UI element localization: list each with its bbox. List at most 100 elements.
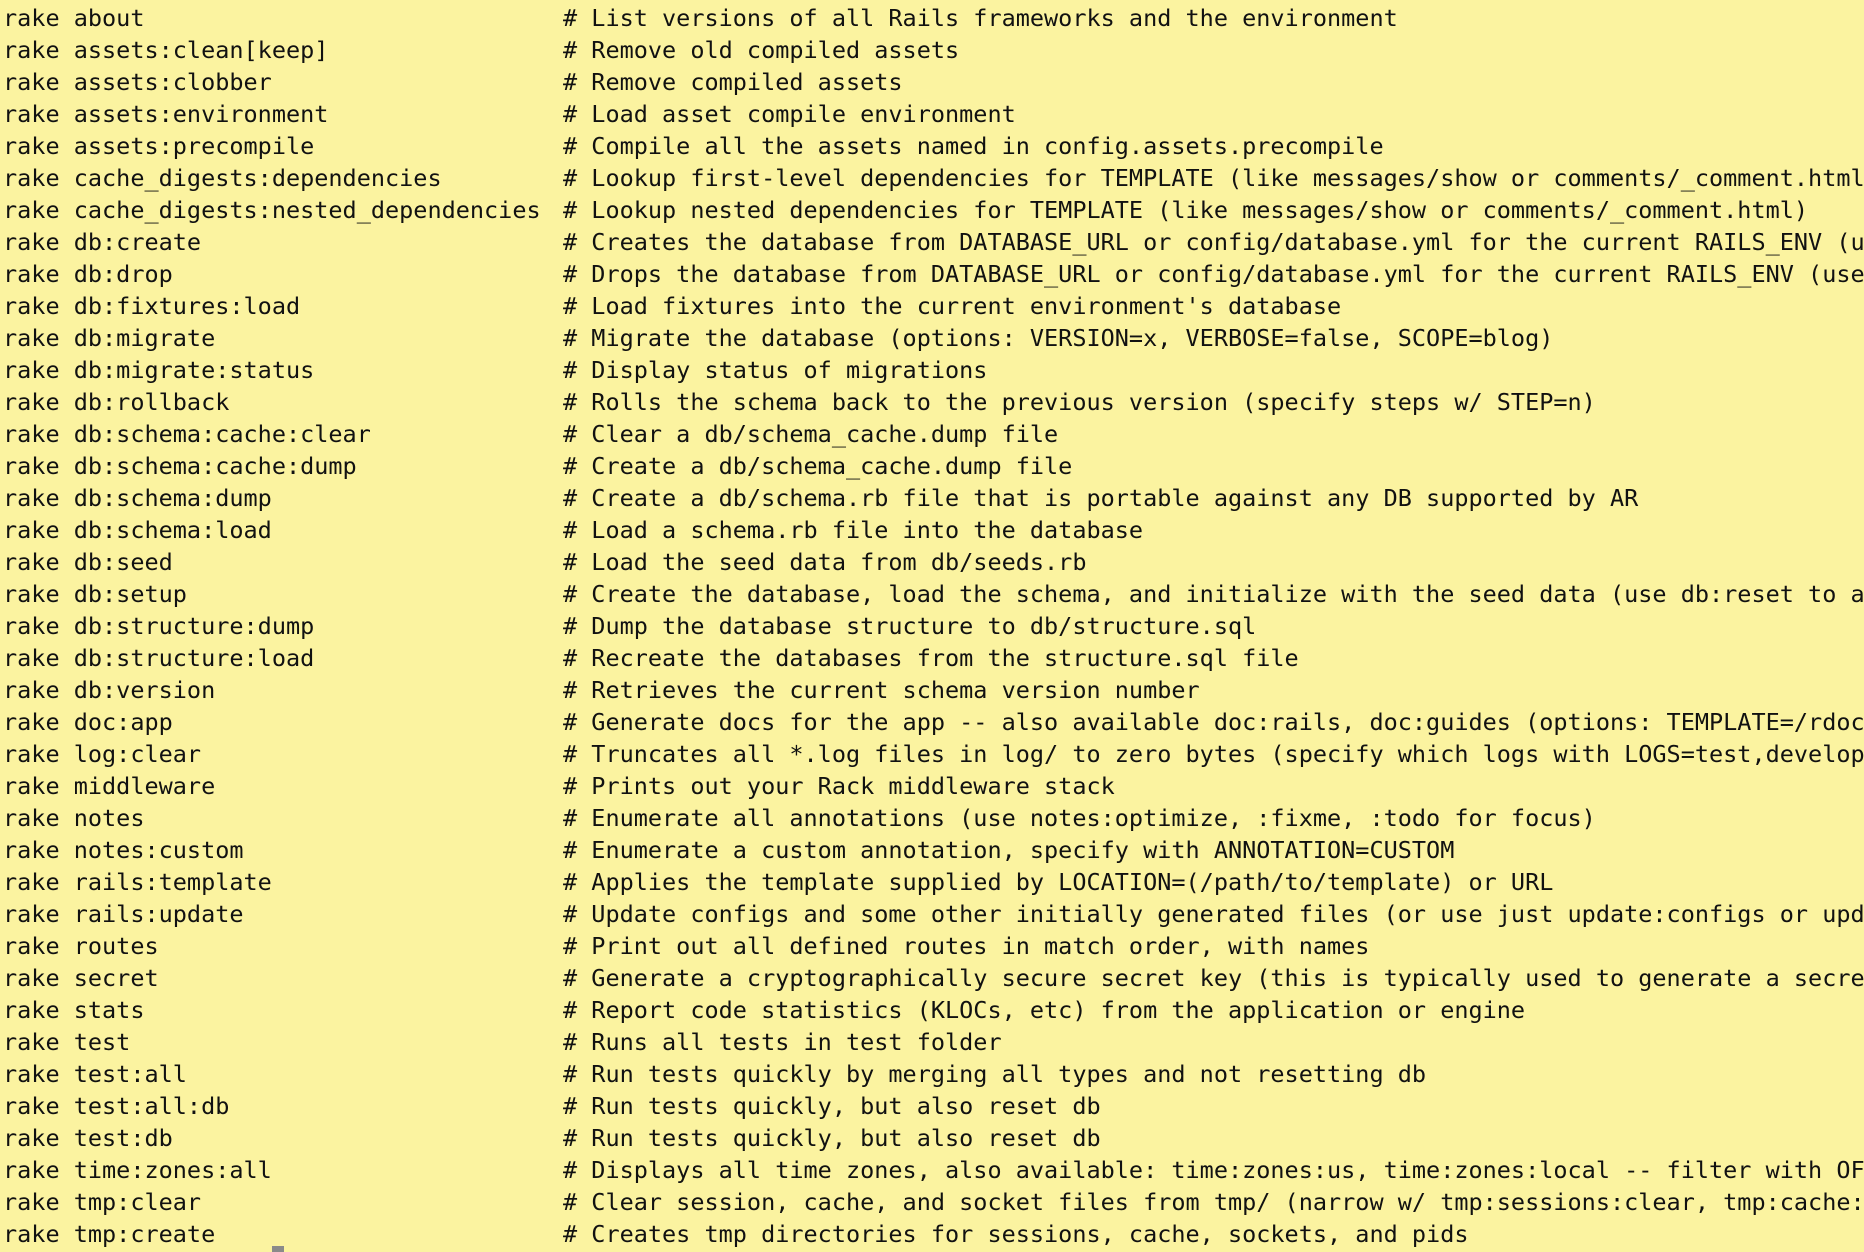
terminal-line: rake notes:custom # Enumerate a custom an… — [3, 834, 1864, 866]
terminal-line: rake db:schema:cache:dump # Create a db/s… — [3, 450, 1864, 482]
command-description: # Load fixtures into the current environ… — [563, 292, 1342, 320]
terminal-line: rake about # List versions of all Rails f… — [3, 2, 1864, 34]
terminal-line: rake rails:template # Applies the templat… — [3, 866, 1864, 898]
terminal-line: rake test:all # Run tests quickly by merg… — [3, 1058, 1864, 1090]
terminal-line: rake test:all:db # Run tests quickly, but… — [3, 1090, 1864, 1122]
terminal-line: rake test # Runs all tests in test folder — [3, 1026, 1864, 1058]
rake-command: rake test — [3, 1028, 131, 1056]
command-description: # Run tests quickly, but also reset db — [563, 1092, 1101, 1120]
terminal-window[interactable]: rake about # List versions of all Rails f… — [0, 0, 1864, 1252]
command-description: # Retrieves the current schema version n… — [563, 676, 1200, 704]
command-description: # Run tests quickly, but also reset db — [563, 1124, 1101, 1152]
terminal-line: rake tmp:create # Creates tmp directories… — [3, 1218, 1864, 1250]
terminal-line: rake db:migrate # Migrate the database (o… — [3, 322, 1864, 354]
command-description: # Report code statistics (KLOCs, etc) fr… — [563, 996, 1526, 1024]
rake-command: rake db:seed — [3, 548, 173, 576]
rake-command: rake db:schema:load — [3, 516, 272, 544]
rake-command: rake assets:clobber — [3, 68, 272, 96]
rake-command: rake db:setup — [3, 580, 187, 608]
command-description: # Migrate the database (options: VERSION… — [563, 324, 1554, 352]
command-description: # List versions of all Rails frameworks … — [563, 4, 1398, 32]
rake-command: rake doc:app — [3, 708, 173, 736]
command-description: # Clear a db/schema_cache.dump file — [563, 420, 1059, 448]
rake-command: rake db:migrate — [3, 324, 216, 352]
terminal-line: rake middleware # Prints out your Rack mi… — [3, 770, 1864, 802]
terminal-line: rake db:setup # Create the database, load… — [3, 578, 1864, 610]
rake-command: rake test:db — [3, 1124, 173, 1152]
command-description: # Enumerate a custom annotation, specify… — [563, 836, 1455, 864]
terminal-line: rake db:rollback # Rolls the schema back … — [3, 386, 1864, 418]
rake-command: rake db:schema:cache:dump — [3, 452, 357, 480]
terminal-line: rake db:schema:load # Load a schema.rb fi… — [3, 514, 1864, 546]
rake-command: rake middleware — [3, 772, 216, 800]
rake-command: rake db:schema:cache:clear — [3, 420, 371, 448]
terminal-line: rake routes # Print out all defined route… — [3, 930, 1864, 962]
command-description: # Recreate the databases from the struct… — [563, 644, 1299, 672]
terminal-line: rake db:structure:load # Recreate the dat… — [3, 642, 1864, 674]
rake-command: rake db:migrate:status — [3, 356, 315, 384]
command-description: # Clear session, cache, and socket files… — [563, 1188, 1864, 1216]
command-description: # Dump the database structure to db/stru… — [563, 612, 1257, 640]
command-description: # Print out all defined routes in match … — [563, 932, 1370, 960]
rake-command: rake db:structure:dump — [3, 612, 315, 640]
command-description: # Lookup first-level dependencies for TE… — [563, 164, 1864, 192]
terminal-line: rake assets:environment # Load asset comp… — [3, 98, 1864, 130]
command-description: # Truncates all *.log files in log/ to z… — [563, 740, 1864, 768]
terminal-line: rake log:clear # Truncates all *.log file… — [3, 738, 1864, 770]
rake-command: rake db:drop — [3, 260, 173, 288]
terminal-line: rake db:schema:cache:clear # Clear a db/s… — [3, 418, 1864, 450]
rake-command: rake assets:precompile — [3, 132, 315, 160]
rake-command: rake db:rollback — [3, 388, 230, 416]
rake-command: rake assets:clean[keep] — [3, 36, 329, 64]
terminal-line: rake tmp:clear # Clear session, cache, an… — [3, 1186, 1864, 1218]
command-description: # Run tests quickly by merging all types… — [563, 1060, 1427, 1088]
rake-command: rake db:create — [3, 228, 202, 256]
terminal-line: rake cache_digests:nested_dependencies # … — [3, 194, 1864, 226]
rake-command: rake routes — [3, 932, 159, 960]
rake-command: rake assets:environment — [3, 100, 329, 128]
rake-command: rake time:zones:all — [3, 1156, 272, 1184]
terminal-line: rake db:create # Creates the database fro… — [3, 226, 1864, 258]
rake-command: rake test:all:db — [3, 1092, 230, 1120]
command-description: # Lookup nested dependencies for TEMPLAT… — [563, 196, 1809, 224]
command-description: # Load asset compile environment — [563, 100, 1016, 128]
terminal-line: rake test:db # Run tests quickly, but als… — [3, 1122, 1864, 1154]
command-description: # Create a db/schema_cache.dump file — [563, 452, 1073, 480]
command-description: # Load a schema.rb file into the databas… — [563, 516, 1144, 544]
rake-command: rake db:schema:dump — [3, 484, 272, 512]
command-description: # Create the database, load the schema, … — [563, 580, 1864, 608]
command-description: # Applies the template supplied by LOCAT… — [563, 868, 1554, 896]
command-description: # Enumerate all annotations (use notes:o… — [563, 804, 1596, 832]
terminal-line: rake db:fixtures:load # Load fixtures int… — [3, 290, 1864, 322]
terminal-line: rake db:migrate:status # Display status o… — [3, 354, 1864, 386]
command-description: # Load the seed data from db/seeds.rb — [563, 548, 1087, 576]
command-description: # Creates the database from DATABASE_URL… — [563, 228, 1864, 256]
rake-command: rake log:clear — [3, 740, 202, 768]
command-description: # Display status of migrations — [563, 356, 988, 384]
rake-command: rake tmp:clear — [3, 1188, 202, 1216]
rake-command: rake db:version — [3, 676, 216, 704]
command-description: # Generate docs for the app -- also avai… — [563, 708, 1864, 736]
terminal-line: rake db:seed # Load the seed data from db… — [3, 546, 1864, 578]
command-description: # Runs all tests in test folder — [563, 1028, 1002, 1056]
terminal-line: rake cache_digests:dependencies # Lookup … — [3, 162, 1864, 194]
terminal-line: rake db:schema:dump # Create a db/schema.… — [3, 482, 1864, 514]
rake-command: rake db:fixtures:load — [3, 292, 301, 320]
rake-command: rake cache_digests:nested_dependencies — [3, 196, 541, 224]
terminal-line: rake time:zones:all # Displays all time z… — [3, 1154, 1864, 1186]
terminal-line: rake doc:app # Generate docs for the app … — [3, 706, 1864, 738]
rake-command: rake test:all — [3, 1060, 187, 1088]
rake-command: rake db:structure:load — [3, 644, 315, 672]
rake-command: rake secret — [3, 964, 159, 992]
terminal-line: rake db:version # Retrieves the current s… — [3, 674, 1864, 706]
command-description: # Displays all time zones, also availabl… — [563, 1156, 1864, 1184]
terminal-line: rake secret # Generate a cryptographicall… — [3, 962, 1864, 994]
command-description: # Generate a cryptographically secure se… — [563, 964, 1864, 992]
command-description: # Remove old compiled assets — [563, 36, 960, 64]
command-description: # Update configs and some other initiall… — [563, 900, 1864, 928]
rake-command: rake stats — [3, 996, 145, 1024]
rake-command: rake cache_digests:dependencies — [3, 164, 442, 192]
terminal-line: rake db:structure:dump # Dump the databas… — [3, 610, 1864, 642]
terminal-line: rake rails:update # Update configs and so… — [3, 898, 1864, 930]
terminal-line: rake assets:clobber # Remove compiled ass… — [3, 66, 1864, 98]
